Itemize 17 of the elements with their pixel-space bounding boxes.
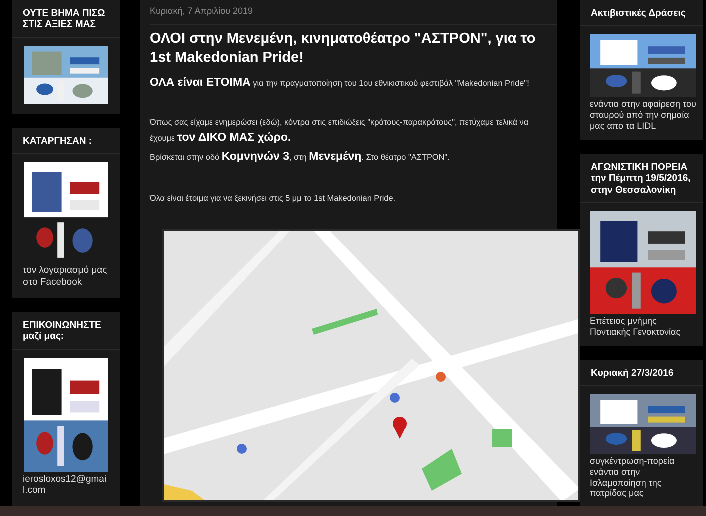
post-paragraph: ΟΛΑ είναι ΕΤΟΙΜΑ για την πραγματοποίηση του 1ου εθνικιστικού φεστιβάλ "Makedonian Pride"! bbox=[150, 76, 530, 91]
widget-caption: Επέτειος μνήμης Ποντιακής Γενοκτονίας bbox=[590, 316, 682, 338]
widget-caption: ενάντια στην αφαίρεση του σταυρού από την σημαία μας απο τα LIDL bbox=[590, 99, 697, 132]
widget-title: ΚΑΤΑΡΓΗΣΑΝ : bbox=[22, 134, 94, 149]
widget-title: Κυριακή 27/3/2016 bbox=[590, 366, 675, 381]
post-paragraph: Όλα είναι έτοιμα για να ξεκινήσει στις 5 μμ το 1st Makedonian Pride. bbox=[150, 192, 397, 205]
widget-title: ΑΓΩΝΙΣΤΙΚΗ ΠΟΡΕΙΑ την Πέμπτη 19/5/2016, στην Θεσσαλονίκη bbox=[590, 160, 692, 198]
widget-title: ΕΠΙΚΟΙΝΩΝΗΣΤΕ μαζί μας: bbox=[22, 318, 102, 344]
widget-title: ΟΥΤΕ ΒΗΜΑ ΠΙΣΩ ΣΤΙΣ ΑΞΙΕΣ ΜΑΣ bbox=[22, 7, 106, 32]
post-paragraph: Βρίσκεται στην οδό Κομνηνών 3, στη Μενεμένη. Στο θέατρο "ΑΣΤΡΟΝ". bbox=[150, 150, 451, 165]
post-title: ΟΛΟΙ στην Μενεμένη, κινηματοθέατρο "ΑΣΤΡΟΝ", για το 1st Makedonian Pride! bbox=[150, 30, 537, 68]
post-date: Κυριακή, 7 Απριλίου 2019 bbox=[150, 0, 557, 25]
widget-caption: συγκέντρωση-πορεία ενάντια στην Ισλαμοποίηση της πατρίδας μας bbox=[590, 456, 676, 500]
widget-caption: ierosloxos12@gmai l.com bbox=[23, 474, 108, 497]
widget-title: Ακτιβιστικές Δράσεις bbox=[590, 7, 687, 21]
widget-caption: τον λογαριασμό μας στο Facebook bbox=[23, 265, 108, 288]
post-paragraph: Όπως σας είχαμε ενημερώσει (εδώ), κόντρα στις επιδιώξεις "κράτους-παρακράτους", πετύχαμε τελικά να έχουμε τον ΔΙΚΟ ΜΑΣ χώρο. bbox=[150, 117, 530, 146]
